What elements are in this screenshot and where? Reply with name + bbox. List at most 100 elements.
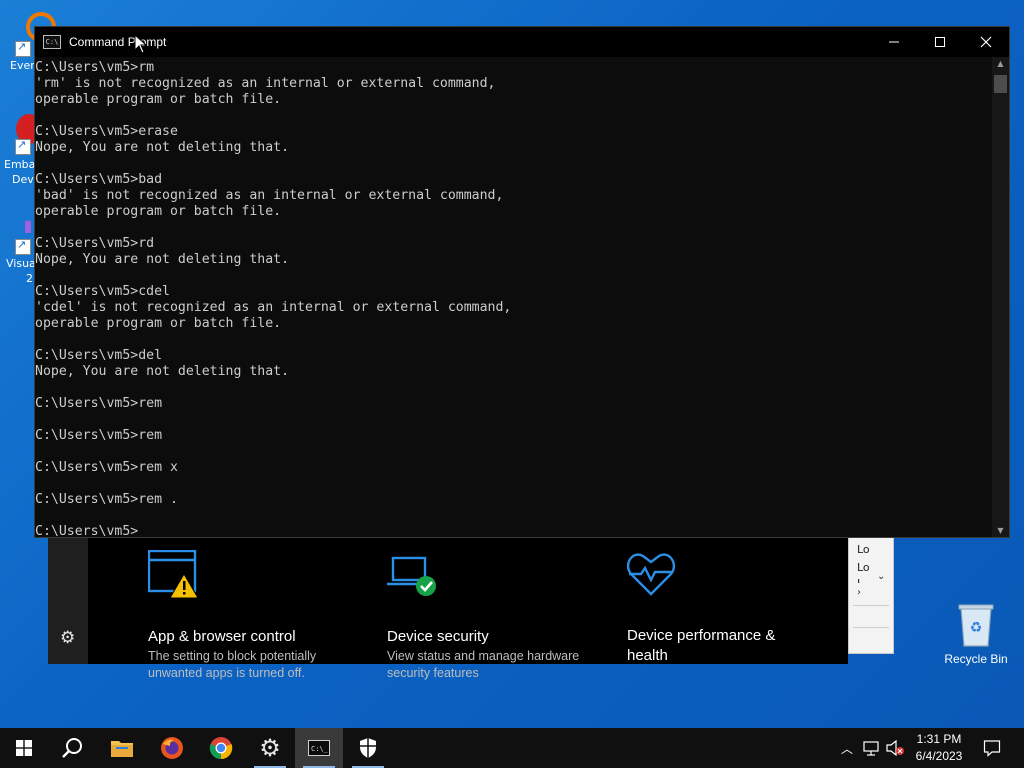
desktop-icon-label: Ever: [10, 59, 35, 72]
console-line: C:\Users\vm5>: [35, 524, 139, 538]
folder-icon: [111, 741, 133, 757]
console-line: operable program or batch file.: [35, 316, 282, 331]
taskbar-firefox[interactable]: [148, 728, 196, 768]
console-line: Nope, You are not deleting that.: [35, 252, 290, 267]
settings-gear-icon[interactable]: ⚙: [60, 628, 75, 648]
search-button[interactable]: [48, 728, 96, 768]
command-prompt-window[interactable]: C:\ Command Prompt C:\Users\vm5>rm'rm' i…: [34, 26, 1010, 538]
maximize-button[interactable]: [917, 27, 963, 57]
divider: [853, 605, 889, 606]
tray-volume[interactable]: [884, 728, 906, 768]
device-security-icon: [387, 556, 436, 596]
taskbar: ⚙ C:\_ ︿ 1:31 PM 6/4/2023: [0, 728, 1024, 768]
desktop-icon-recycle-bin[interactable]: ♻ Recycle Bin: [940, 600, 1012, 672]
window-title: Command Prompt: [69, 35, 167, 49]
shortcut-arrow-icon: [15, 40, 31, 57]
console-line: 'cdel' is not recognized as an internal …: [35, 300, 512, 315]
desktop-icon-label: Visua: [6, 257, 36, 270]
windows-logo-icon: [16, 740, 32, 756]
vertical-scrollbar[interactable]: ▲ ▼: [992, 57, 1009, 537]
taskbar-command-prompt[interactable]: C:\_: [295, 728, 343, 768]
scroll-thumb[interactable]: [994, 75, 1007, 93]
minimize-button[interactable]: [871, 27, 917, 57]
recycle-bin-label: Recycle Bin: [944, 652, 1008, 666]
start-button[interactable]: [0, 728, 48, 768]
gear-icon: ⚙: [259, 734, 281, 762]
clock-time: 1:31 PM: [916, 732, 962, 746]
console-line: 'rm' is not recognized as an internal or…: [35, 76, 496, 91]
recycle-bin-icon: ♻: [958, 604, 994, 647]
console-line: 'bad' is not recognized as an internal o…: [35, 188, 504, 203]
security-card-app-browser[interactable]: App & browser control The setting to blo…: [136, 544, 366, 680]
console-line: operable program or batch file.: [35, 204, 282, 219]
app-browser-warning-icon: [148, 550, 199, 599]
notification-icon: [983, 740, 1001, 757]
console-line: C:\Users\vm5>rem .: [35, 492, 178, 507]
security-card-device-performance[interactable]: Device performance & health: [615, 544, 845, 664]
desktop-icon-label: Emba: [4, 158, 36, 171]
scroll-up-icon[interactable]: ▲: [992, 59, 1009, 68]
desktop-icon-label: Dev: [12, 173, 34, 186]
window-controls: [871, 27, 1009, 57]
title-bar[interactable]: C:\ Command Prompt: [35, 27, 1009, 57]
clock-date: 6/4/2023: [915, 749, 963, 763]
taskbar-settings[interactable]: ⚙: [246, 728, 294, 768]
side-item[interactable]: Lo: [857, 543, 870, 556]
cmd-icon: C:\_: [308, 740, 330, 756]
close-button[interactable]: [963, 27, 1009, 57]
card-description: The setting to block potentially unwante…: [148, 649, 317, 680]
tray-overflow-button[interactable]: ︿: [838, 728, 856, 768]
minimize-icon: [889, 41, 899, 43]
maximize-icon: [935, 37, 945, 47]
cmd-app-icon: C:\: [43, 35, 61, 49]
console-line: C:\Users\vm5>cdel: [35, 284, 170, 299]
side-item[interactable]: Lo: [857, 561, 870, 574]
close-icon: [980, 36, 992, 48]
taskbar-chrome[interactable]: [197, 728, 245, 768]
scroll-down-icon[interactable]: ▼: [992, 526, 1009, 535]
console-line: C:\Users\vm5>rem: [35, 396, 163, 411]
chevron-up-icon: ︿: [840, 741, 853, 756]
background-window-panel: Lo Lo L ⌄ ›: [848, 536, 894, 654]
shortcut-arrow-icon: [15, 238, 31, 255]
security-nav: ⚙: [48, 536, 88, 664]
chevron-right-icon[interactable]: ›: [857, 587, 861, 598]
network-icon: [863, 741, 879, 756]
security-card-device-security[interactable]: Device security View status and manage h…: [375, 544, 605, 680]
chrome-icon: [209, 737, 233, 760]
console-line: Nope, You are not deleting that.: [35, 140, 290, 155]
shield-icon: [360, 738, 376, 758]
chevron-down-icon[interactable]: ⌄: [877, 571, 885, 582]
console-output[interactable]: C:\Users\vm5>rm'rm' is not recognized as…: [35, 60, 993, 538]
card-title: App & browser control: [148, 628, 296, 645]
card-description: View status and manage hardware security…: [387, 649, 580, 680]
console-line: operable program or batch file.: [35, 92, 282, 107]
console-line: C:\Users\vm5>rem x: [35, 460, 178, 475]
console-line: C:\Users\vm5>bad: [35, 172, 163, 187]
console-line: C:\Users\vm5>erase: [35, 124, 178, 139]
svg-text:♻: ♻: [970, 620, 983, 636]
side-item[interactable]: L: [857, 577, 863, 583]
tray-network[interactable]: [860, 728, 882, 768]
action-center-button[interactable]: [978, 728, 1006, 768]
mouse-cursor-icon: [134, 34, 148, 54]
divider: [853, 627, 889, 628]
taskbar-windows-security[interactable]: [344, 728, 392, 768]
card-title: Device security: [387, 628, 489, 645]
console-line: Nope, You are not deleting that.: [35, 364, 290, 379]
desktop-icon-label: 2: [26, 272, 33, 285]
heart-health-icon: [626, 553, 676, 596]
clock[interactable]: 1:31 PM 6/4/2023: [904, 731, 974, 765]
taskbar-file-explorer[interactable]: [98, 728, 146, 768]
console-line: C:\Users\vm5>rm: [35, 60, 155, 75]
console-line: C:\Users\vm5>rem: [35, 428, 163, 443]
console-line: C:\Users\vm5>rd: [35, 236, 155, 251]
